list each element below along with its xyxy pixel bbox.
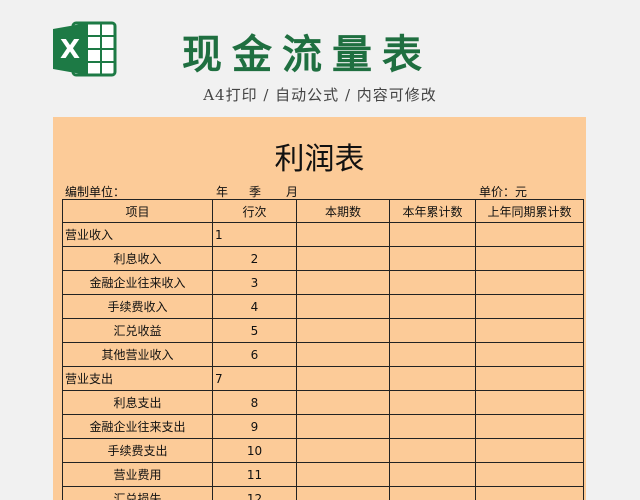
spreadsheet-sheet: 利润表 编制单位： 年 季 月 单价：元 项目 行次 本期数 本年累计数 上年同… — [53, 117, 586, 500]
last-year-cumulative-cell[interactable] — [475, 438, 584, 463]
current-period-cell[interactable] — [296, 462, 390, 487]
year-label: 年 — [216, 185, 229, 199]
year-cumulative-cell[interactable] — [389, 270, 476, 295]
last-year-cumulative-cell[interactable] — [475, 318, 584, 343]
column-header: 本年累计数 — [389, 199, 476, 223]
year-cumulative-cell[interactable] — [389, 246, 476, 271]
current-period-cell[interactable] — [296, 246, 390, 271]
year-cumulative-cell[interactable] — [389, 222, 476, 247]
last-year-cumulative-cell[interactable] — [475, 246, 584, 271]
last-year-cumulative-cell[interactable] — [475, 390, 584, 415]
row-number-cell[interactable]: 4 — [212, 294, 297, 319]
current-period-cell[interactable] — [296, 270, 390, 295]
year-cumulative-cell[interactable] — [389, 294, 476, 319]
year-cumulative-cell[interactable] — [389, 342, 476, 367]
last-year-cumulative-cell[interactable] — [475, 294, 584, 319]
table-row: 利息收入 2 — [62, 246, 584, 271]
current-period-cell[interactable] — [296, 318, 390, 343]
item-cell[interactable]: 金融企业往来收入 — [62, 270, 213, 295]
table-row: 手续费支出 10 — [62, 438, 584, 463]
table-row: 金融企业往来收入 3 — [62, 270, 584, 295]
table-row: 手续费收入 4 — [62, 294, 584, 319]
row-number-cell[interactable]: 7 — [212, 366, 297, 391]
current-period-cell[interactable] — [296, 486, 390, 500]
excel-logo-icon: X — [53, 21, 117, 77]
year-cumulative-cell[interactable] — [389, 438, 476, 463]
year-cumulative-cell[interactable] — [389, 462, 476, 487]
last-year-cumulative-cell[interactable] — [475, 270, 584, 295]
table-row: 利息支出 8 — [62, 390, 584, 415]
page-subtitle: A4打印 / 自动公式 / 内容可修改 — [203, 86, 437, 104]
logo-letter: X — [60, 35, 80, 65]
row-number-cell[interactable]: 12 — [212, 486, 297, 500]
column-header: 上年同期累计数 — [475, 199, 584, 223]
row-number-cell[interactable]: 1 — [212, 222, 297, 247]
unit-label: 编制单位： — [65, 185, 126, 199]
year-cumulative-cell[interactable] — [389, 318, 476, 343]
table-row: 金融企业往来支出 9 — [62, 414, 584, 439]
last-year-cumulative-cell[interactable] — [475, 486, 584, 500]
year-cumulative-cell[interactable] — [389, 486, 476, 500]
row-number-cell[interactable]: 2 — [212, 246, 297, 271]
currency-label: 单价：元 — [479, 185, 528, 199]
row-number-cell[interactable]: 5 — [212, 318, 297, 343]
table-row: 其他营业收入 6 — [62, 342, 584, 367]
current-period-cell[interactable] — [296, 294, 390, 319]
year-cumulative-cell[interactable] — [389, 414, 476, 439]
last-year-cumulative-cell[interactable] — [475, 342, 584, 367]
row-number-cell[interactable]: 3 — [212, 270, 297, 295]
last-year-cumulative-cell[interactable] — [475, 462, 584, 487]
income-statement-table: 项目 行次 本期数 本年累计数 上年同期累计数 营业收入 1 利息收入 2 金融企业往来… — [62, 199, 584, 500]
item-cell[interactable]: 营业支出 — [62, 366, 213, 391]
table-row: 营业费用 11 — [62, 462, 584, 487]
last-year-cumulative-cell[interactable] — [475, 414, 584, 439]
row-number-cell[interactable]: 6 — [212, 342, 297, 367]
current-period-cell[interactable] — [296, 342, 390, 367]
item-cell[interactable]: 手续费支出 — [62, 438, 213, 463]
table-row: 营业支出 7 — [62, 366, 584, 391]
item-cell[interactable]: 利息支出 — [62, 390, 213, 415]
column-header: 行次 — [212, 199, 297, 223]
current-period-cell[interactable] — [296, 366, 390, 391]
current-period-cell[interactable] — [296, 222, 390, 247]
year-cumulative-cell[interactable] — [389, 390, 476, 415]
column-header: 本期数 — [296, 199, 390, 223]
current-period-cell[interactable] — [296, 414, 390, 439]
page-title: 现金流量表 — [182, 32, 432, 78]
year-cumulative-cell[interactable] — [389, 366, 476, 391]
item-cell[interactable]: 其他营业收入 — [62, 342, 213, 367]
table-row: 营业收入 1 — [62, 222, 584, 247]
item-cell[interactable]: 营业费用 — [62, 462, 213, 487]
row-number-cell[interactable]: 10 — [212, 438, 297, 463]
header: X 现金流量表 A4打印 / 自动公式 / 内容可修改 — [0, 0, 640, 116]
item-cell[interactable]: 汇兑损失 — [62, 486, 213, 500]
last-year-cumulative-cell[interactable] — [475, 222, 584, 247]
quarter-label: 季 — [249, 185, 262, 199]
item-cell[interactable]: 汇兑收益 — [62, 318, 213, 343]
item-cell[interactable]: 金融企业往来支出 — [62, 414, 213, 439]
table-header-row: 项目 行次 本期数 本年累计数 上年同期累计数 — [62, 199, 584, 223]
current-period-cell[interactable] — [296, 390, 390, 415]
sheet-title: 利润表 — [274, 142, 365, 177]
row-number-cell[interactable]: 11 — [212, 462, 297, 487]
item-cell[interactable]: 利息收入 — [62, 246, 213, 271]
table-row: 汇兑损失 12 — [62, 486, 584, 500]
row-number-cell[interactable]: 9 — [212, 414, 297, 439]
last-year-cumulative-cell[interactable] — [475, 366, 584, 391]
table-row: 汇兑收益 5 — [62, 318, 584, 343]
month-label: 月 — [286, 185, 299, 199]
column-header: 项目 — [62, 199, 213, 223]
current-period-cell[interactable] — [296, 438, 390, 463]
item-cell[interactable]: 手续费收入 — [62, 294, 213, 319]
item-cell[interactable]: 营业收入 — [62, 222, 213, 247]
row-number-cell[interactable]: 8 — [212, 390, 297, 415]
